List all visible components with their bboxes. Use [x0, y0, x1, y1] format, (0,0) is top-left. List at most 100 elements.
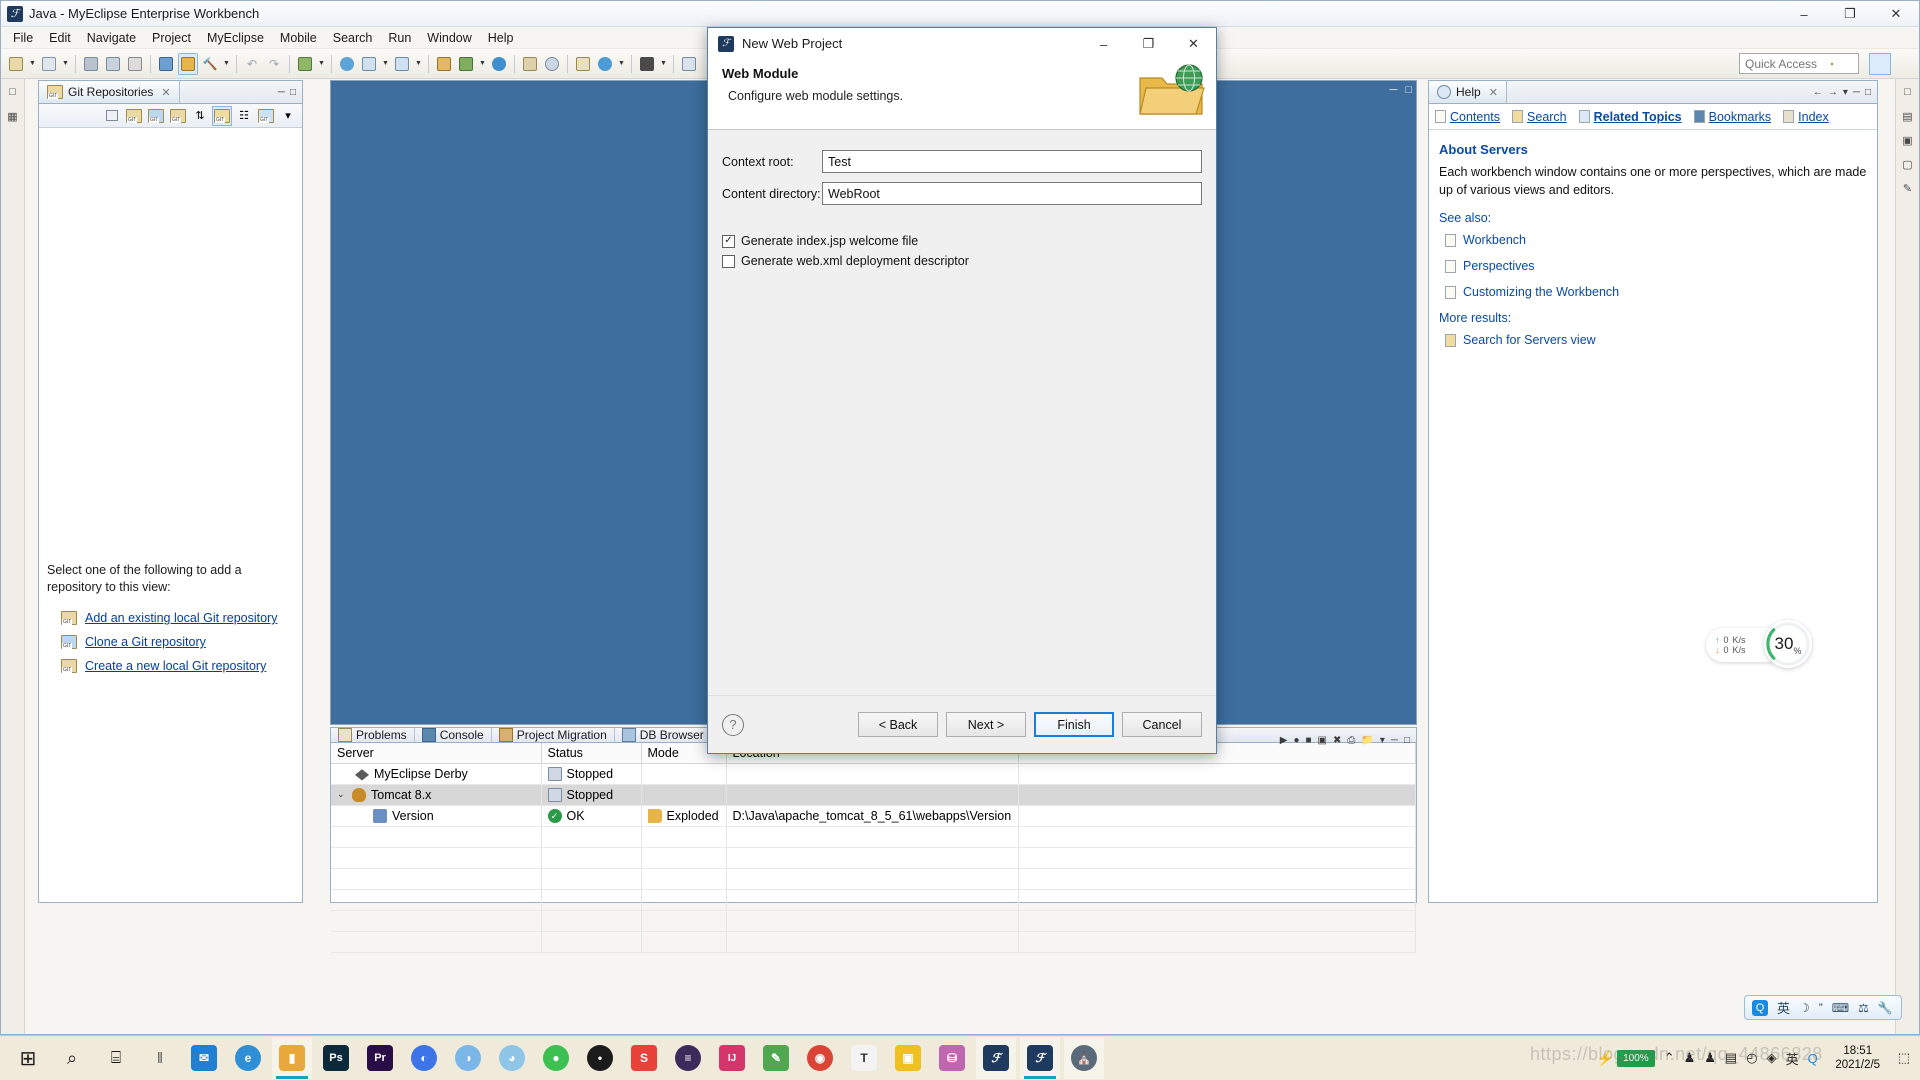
copy-icon[interactable]: ⎙ — [1347, 735, 1355, 746]
taskbar-app-chrome[interactable]: ◉ — [800, 1037, 840, 1079]
tab-problems[interactable]: Problems — [331, 728, 415, 742]
close-icon[interactable]: ✕ — [161, 86, 170, 99]
battery-indicator[interactable]: ⚡ 100% — [1597, 1049, 1655, 1067]
new-class-icon[interactable] — [359, 53, 379, 75]
debug-dropdown-icon[interactable]: ▼ — [477, 53, 488, 75]
taskbar-app-notepad[interactable]: ✎ — [756, 1037, 796, 1079]
create-repository-icon[interactable] — [168, 106, 188, 126]
dialog-minimize-button[interactable]: – — [1081, 28, 1126, 60]
debug-server-icon[interactable]: ● — [1293, 735, 1299, 746]
restore-right-icon[interactable]: □ — [1899, 83, 1917, 101]
menu-window[interactable]: Window — [419, 29, 479, 47]
tab-project-migration[interactable]: Project Migration — [492, 728, 615, 742]
undo-icon[interactable]: ↶ — [242, 53, 262, 75]
taskbar-app-premiere[interactable]: Pr — [360, 1037, 400, 1079]
link-selection-icon[interactable]: ⇅ — [190, 106, 210, 126]
action-center-icon[interactable]: ⬚ — [1898, 1050, 1910, 1066]
ime-language-mode[interactable]: 英 — [1777, 998, 1790, 1017]
generate-web-xml-checkbox[interactable] — [722, 254, 735, 268]
publish-icon[interactable]: ▣ — [1318, 735, 1327, 746]
task-list-shortcut-icon[interactable]: ▣ — [1899, 131, 1917, 149]
help-topic-perspectives[interactable]: Perspectives — [1445, 259, 1867, 273]
settings-wrench-icon[interactable]: 🔧 — [1878, 1001, 1893, 1015]
help-link-related-topics[interactable]: Related Topics — [1578, 110, 1682, 124]
open-folder-icon[interactable]: 📁 — [1361, 735, 1373, 746]
help-topic-workbench[interactable]: Workbench — [1445, 233, 1867, 247]
menu-navigate[interactable]: Navigate — [79, 29, 144, 47]
link-add-existing-repository[interactable]: Add an existing local Git repository — [85, 611, 277, 625]
package-icon[interactable] — [520, 53, 540, 75]
start-button[interactable]: ⊞ — [8, 1037, 48, 1079]
expand-twisty-icon[interactable]: ⌄ — [337, 789, 347, 800]
minimize-editor-icon[interactable]: ─ — [1390, 84, 1398, 96]
table-row[interactable]: ⌄ Tomcat 8.x Stopped — [331, 784, 1416, 806]
taskbar-app-database-tool[interactable]: ⛁ — [932, 1037, 972, 1079]
snippets-shortcut-icon[interactable]: ▢ — [1899, 155, 1917, 173]
dialog-maximize-button[interactable]: ❐ — [1126, 28, 1171, 60]
taskbar-search-button[interactable]: ⌕ — [52, 1037, 92, 1079]
redo-icon[interactable]: ↷ — [264, 53, 284, 75]
help-topic-customizing-workbench[interactable]: Customizing the Workbench — [1445, 285, 1867, 299]
deploy-icon[interactable] — [178, 52, 198, 75]
help-link-index[interactable]: Index — [1783, 110, 1829, 124]
help-link-search[interactable]: Search — [1512, 110, 1567, 124]
menu-file[interactable]: File — [5, 29, 41, 47]
column-status[interactable]: Status — [541, 743, 642, 764]
build-dropdown-icon[interactable]: ▼ — [221, 53, 232, 75]
stop-server-icon[interactable]: ■ — [1305, 735, 1311, 746]
menu-run[interactable]: Run — [380, 29, 419, 47]
qq-pinyin-logo-icon[interactable]: Q — [1752, 999, 1768, 1016]
taskbar-app-kingsoft[interactable]: S — [624, 1037, 664, 1079]
dialog-close-button[interactable]: ✕ — [1171, 28, 1216, 60]
taskbar-app-file-explorer[interactable]: ▮ — [272, 1037, 312, 1079]
show-hidden-icons-chevron-icon[interactable]: ⌃ — [1664, 1050, 1675, 1066]
link-create-repository[interactable]: Create a new local Git repository — [85, 659, 266, 673]
menu-myeclipse[interactable]: MyEclipse — [199, 29, 272, 47]
back-arrow-icon[interactable]: ← — [1813, 87, 1823, 98]
new-wizard-icon[interactable] — [6, 53, 26, 75]
qq-pinyin-tray-icon[interactable]: Q — [1808, 1051, 1818, 1066]
new-wizard-dropdown-icon[interactable]: ▼ — [27, 53, 38, 75]
run-server-icon[interactable] — [156, 53, 176, 75]
run-icon[interactable] — [295, 53, 315, 75]
taskbar-app-clock[interactable]: ◐ — [404, 1037, 444, 1079]
report-icon[interactable] — [573, 53, 593, 75]
close-button[interactable]: ✕ — [1873, 1, 1919, 27]
run-dropdown-icon[interactable]: ▼ — [316, 53, 327, 75]
network-speed-widget[interactable]: ↑ 0 K/s ↓ 0 K/s 30 % — [1706, 620, 1816, 668]
link-clone-repository[interactable]: Clone a Git repository — [85, 635, 206, 649]
menu-search[interactable]: Search — [325, 29, 381, 47]
taskbar-app-myeclipse-2[interactable]: ℱ — [1020, 1037, 1060, 1079]
menu-mobile[interactable]: Mobile — [272, 29, 325, 47]
moon-icon[interactable]: ☽ — [1799, 1001, 1810, 1015]
help-link-bookmarks[interactable]: Bookmarks — [1693, 110, 1771, 124]
taskbar-app-intellij[interactable]: IJ — [712, 1037, 752, 1079]
new-interface-icon[interactable] — [392, 53, 412, 75]
git-link-row[interactable]: Create a new local Git repository — [61, 659, 277, 673]
menu-edit[interactable]: Edit — [41, 29, 79, 47]
next-button[interactable]: Next > — [946, 712, 1026, 737]
remove-icon[interactable]: ✖ — [1333, 735, 1341, 746]
taskbar-app-dark[interactable]: ≡ — [668, 1037, 708, 1079]
open-type-icon[interactable] — [434, 53, 454, 75]
new-interface-dropdown-icon[interactable]: ▼ — [413, 53, 424, 75]
globe-icon[interactable] — [489, 53, 509, 75]
cancel-button[interactable]: Cancel — [1122, 712, 1202, 737]
refresh-repositories-icon[interactable] — [212, 105, 232, 126]
taskbar-app-typora[interactable]: T — [844, 1037, 884, 1079]
taskbar-app-photoshop[interactable]: Ps — [316, 1037, 356, 1079]
clone-repository-icon[interactable] — [146, 106, 166, 126]
maximize-view-icon[interactable]: □ — [1865, 87, 1871, 98]
taskbar-app-myeclipse[interactable]: ℱ — [976, 1037, 1016, 1079]
keyboard-tray-icon[interactable]: ▤ — [1725, 1050, 1737, 1066]
finish-button[interactable]: Finish — [1034, 712, 1114, 737]
qq-tray-icon-2[interactable]: ♟ — [1704, 1050, 1716, 1066]
taskbar-app-study[interactable]: ⛪ — [1064, 1037, 1104, 1079]
hierarchy-icon[interactable]: ☷ — [234, 106, 254, 126]
task-view-button[interactable]: ⌸ — [96, 1037, 136, 1079]
minimize-button[interactable]: – — [1781, 1, 1827, 27]
toolbox-icon[interactable]: ⚖ — [1858, 1001, 1869, 1015]
ime-tray-icon[interactable]: 英 — [1786, 1049, 1799, 1068]
help-icon[interactable]: ? — [722, 713, 744, 736]
web-browser-icon[interactable] — [337, 53, 357, 75]
